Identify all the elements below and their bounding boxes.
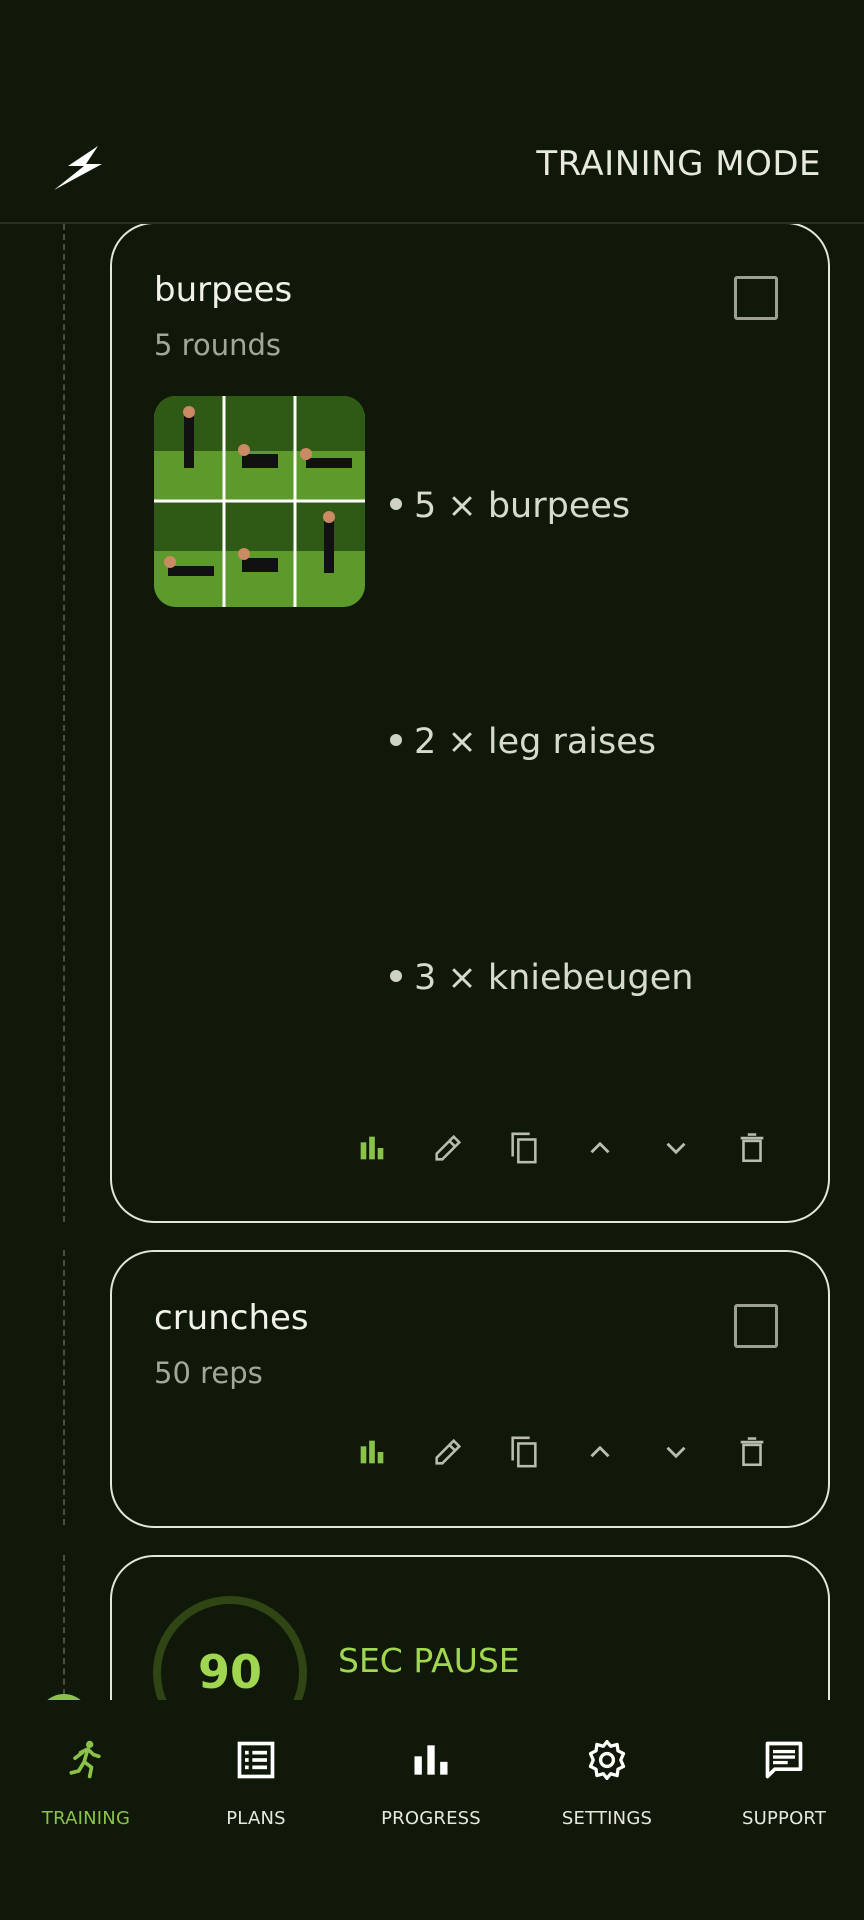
nav-label: SUPPORT bbox=[741, 1808, 827, 1829]
move-down-icon[interactable] bbox=[654, 1126, 698, 1170]
nav-progress[interactable]: PROGRESS bbox=[345, 1700, 517, 1920]
exercise-rounds: 5 rounds bbox=[154, 328, 281, 362]
delete-icon[interactable] bbox=[730, 1430, 774, 1474]
move-up-icon[interactable] bbox=[578, 1430, 622, 1474]
nav-support[interactable]: SUPPORT bbox=[698, 1700, 864, 1920]
bottom-navigation: TRAINING PLANS PROGRESS SETTINGS SUPPORT bbox=[0, 1700, 864, 1920]
pause-label: SEC PAUSE bbox=[338, 1641, 520, 1680]
edit-icon[interactable] bbox=[426, 1126, 470, 1170]
timeline-line bbox=[63, 1250, 65, 1525]
exercise-step: 2 × leg raises bbox=[390, 722, 656, 762]
list-icon bbox=[237, 1741, 275, 1779]
pause-seconds: 90 bbox=[197, 1645, 262, 1699]
nav-settings[interactable]: SETTINGS bbox=[521, 1700, 693, 1920]
move-down-icon[interactable] bbox=[654, 1430, 698, 1474]
nav-plans[interactable]: PLANS bbox=[170, 1700, 342, 1920]
gear-icon bbox=[588, 1740, 626, 1780]
nav-label: PROGRESS bbox=[381, 1808, 481, 1829]
exercise-card[interactable]: crunches 50 reps bbox=[110, 1250, 830, 1528]
timeline-line bbox=[63, 1555, 65, 1695]
running-icon bbox=[69, 1740, 101, 1779]
stats-icon[interactable] bbox=[350, 1126, 394, 1170]
timeline-line bbox=[63, 224, 65, 1222]
exercise-image bbox=[154, 396, 365, 607]
exercise-step: 5 × burpees bbox=[390, 486, 630, 526]
card-actions bbox=[112, 1430, 832, 1478]
nav-label: TRAINING bbox=[41, 1808, 131, 1829]
complete-checkbox[interactable] bbox=[734, 1304, 778, 1348]
bar-chart-icon bbox=[414, 1745, 448, 1775]
chat-icon bbox=[765, 1741, 803, 1779]
nav-label: SETTINGS bbox=[561, 1808, 653, 1829]
app-header: TRAINING MODE bbox=[0, 0, 864, 224]
stats-icon[interactable] bbox=[350, 1430, 394, 1474]
exercise-reps: 50 reps bbox=[154, 1356, 263, 1390]
card-actions bbox=[112, 1126, 832, 1174]
exercise-title: crunches bbox=[154, 1298, 309, 1338]
exercise-step: 3 × kniebeugen bbox=[390, 958, 693, 998]
move-up-icon[interactable] bbox=[578, 1126, 622, 1170]
nav-training[interactable]: TRAINING bbox=[0, 1700, 172, 1920]
exercise-title: burpees bbox=[154, 270, 293, 310]
delete-icon[interactable] bbox=[730, 1126, 774, 1170]
edit-icon[interactable] bbox=[426, 1430, 470, 1474]
copy-icon[interactable] bbox=[502, 1126, 546, 1170]
nav-label: PLANS bbox=[226, 1808, 286, 1829]
exercise-card[interactable]: burpees 5 rounds 5 × burpees 2 × leg rai… bbox=[110, 222, 830, 1223]
complete-checkbox[interactable] bbox=[734, 276, 778, 320]
page-title: TRAINING MODE bbox=[536, 144, 821, 184]
copy-icon[interactable] bbox=[502, 1430, 546, 1474]
lightning-bolt-icon bbox=[54, 146, 102, 190]
